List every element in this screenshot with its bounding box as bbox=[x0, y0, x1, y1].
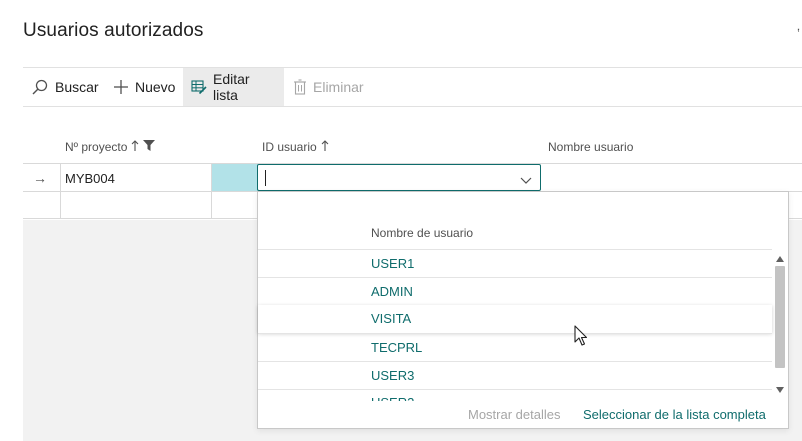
user-lookup-dropdown: Nombre de usuario USER1 ADMIN VISITA TEC… bbox=[257, 191, 789, 429]
text-caret bbox=[265, 170, 266, 186]
scroll-up-icon[interactable] bbox=[776, 250, 784, 265]
column-header-project[interactable]: Nº proyecto bbox=[65, 140, 156, 154]
chevron-down-icon[interactable] bbox=[520, 173, 532, 188]
lookup-item[interactable]: USER1 bbox=[258, 250, 772, 278]
lookup-item[interactable]: ADMIN bbox=[258, 278, 772, 306]
lookup-item-partial[interactable]: USER2 bbox=[371, 395, 414, 401]
search-button-label: Buscar bbox=[55, 79, 99, 95]
column-header-user-name[interactable]: Nombre usuario bbox=[548, 140, 633, 154]
scroll-down-icon[interactable] bbox=[776, 381, 784, 396]
delete-button-label: Eliminar bbox=[313, 79, 364, 95]
user-id-input[interactable] bbox=[257, 164, 541, 191]
selected-cell[interactable] bbox=[212, 164, 258, 191]
column-header-user-id[interactable]: ID usuario bbox=[262, 140, 329, 154]
edit-list-button[interactable]: Editar lista bbox=[183, 68, 284, 106]
new-button[interactable]: Nuevo bbox=[105, 68, 183, 106]
lookup-scrollbar[interactable] bbox=[772, 250, 788, 396]
mouse-pointer-icon bbox=[574, 325, 588, 349]
plus-icon bbox=[113, 79, 129, 95]
lookup-item[interactable]: TECPRL bbox=[258, 334, 772, 362]
edit-list-button-label: Editar lista bbox=[213, 71, 250, 103]
sort-ascending-icon bbox=[131, 140, 139, 154]
project-cell[interactable]: MYB004 bbox=[65, 171, 115, 186]
lookup-column-header: Nombre de usuario bbox=[371, 226, 474, 240]
new-button-label: Nuevo bbox=[135, 79, 176, 95]
column-header-project-label: Nº proyecto bbox=[65, 140, 128, 154]
column-header-user-id-label: ID usuario bbox=[262, 140, 317, 154]
show-details-link[interactable]: Mostrar detalles bbox=[468, 407, 560, 422]
scrollbar-thumb[interactable] bbox=[775, 266, 785, 368]
sort-ascending-icon bbox=[321, 140, 329, 154]
search-icon bbox=[31, 78, 49, 96]
search-button[interactable]: Buscar bbox=[23, 68, 107, 106]
column-header-user-name-label: Nombre usuario bbox=[548, 140, 634, 154]
action-bar: Buscar Nuevo Editar lista Eliminar L bbox=[23, 67, 802, 107]
select-full-list-link[interactable]: Seleccionar de la lista completa bbox=[583, 407, 766, 422]
delete-button[interactable]: Eliminar bbox=[285, 68, 372, 106]
trash-icon bbox=[293, 79, 307, 95]
filter-icon[interactable] bbox=[143, 140, 156, 154]
row-indicator-arrow-icon: → bbox=[33, 170, 47, 186]
lookup-item-hovered[interactable]: VISITA bbox=[258, 305, 772, 333]
lookup-item[interactable]: USER3 bbox=[258, 362, 772, 390]
top-right-glyph[interactable]: ʽ bbox=[797, 26, 800, 41]
page-title: Usuarios autorizados bbox=[23, 20, 204, 41]
edit-list-icon bbox=[191, 79, 207, 95]
